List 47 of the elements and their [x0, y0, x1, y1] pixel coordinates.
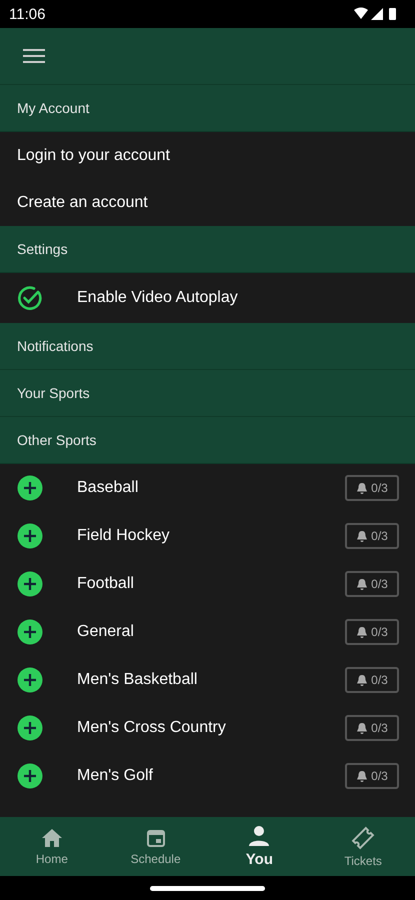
alert-button[interactable]: 0/3: [345, 715, 399, 741]
add-icon[interactable]: [17, 667, 43, 693]
sport-name: Men's Cross Country: [77, 719, 227, 737]
bell-icon: [356, 530, 368, 542]
bell-icon: [356, 674, 368, 686]
section-header: Your Sports: [0, 370, 415, 417]
home-icon: [40, 828, 63, 848]
sport-name: Men's Basketball: [77, 671, 198, 689]
add-icon[interactable]: [17, 619, 43, 645]
bell-icon: [356, 482, 368, 494]
person-icon: [248, 825, 270, 847]
bell-icon: [356, 578, 368, 590]
alert-button[interactable]: 0/3: [345, 523, 399, 549]
sport-name: Field Hockey: [77, 527, 170, 545]
sport-name: Baseball: [77, 479, 140, 497]
ticket-icon: [351, 826, 376, 850]
calendar-icon: [146, 828, 166, 848]
section-header: Notifications: [0, 323, 415, 370]
alert-button[interactable]: 0/3: [345, 475, 399, 501]
sport-name: Men's Golf: [77, 767, 154, 785]
status-time: 11:06: [9, 6, 46, 22]
alert-button[interactable]: 0/3: [345, 667, 399, 693]
sport-name: Football: [77, 575, 135, 593]
alert-button[interactable]: 0/3: [345, 571, 399, 597]
add-icon[interactable]: [17, 523, 43, 549]
menu-item[interactable]: Create an account: [0, 179, 415, 226]
alert-button[interactable]: 0/3: [345, 763, 399, 789]
section-header: Settings: [0, 226, 415, 273]
add-icon[interactable]: [17, 571, 43, 597]
section-header: Other Sports: [0, 417, 415, 464]
setting-label: Enable Video Autoplay: [77, 289, 238, 307]
nav-tab[interactable]: Tickets: [311, 817, 415, 876]
add-icon[interactable]: [17, 475, 43, 501]
sport-name: General: [77, 623, 135, 641]
nav-tab[interactable]: Home: [0, 817, 104, 876]
add-icon[interactable]: [17, 763, 43, 789]
check-circle-icon[interactable]: [17, 285, 43, 311]
bell-icon: [356, 626, 368, 638]
alert-button[interactable]: 0/3: [345, 619, 399, 645]
nav-tab[interactable]: Schedule: [104, 817, 208, 876]
bell-icon: [356, 770, 368, 782]
menu-item[interactable]: Login to your account: [0, 132, 415, 179]
add-icon[interactable]: [17, 715, 43, 741]
bell-icon: [356, 722, 368, 734]
nav-tab[interactable]: You: [208, 817, 312, 876]
menu-icon[interactable]: [23, 48, 45, 64]
section-header: My Account: [0, 85, 415, 132]
